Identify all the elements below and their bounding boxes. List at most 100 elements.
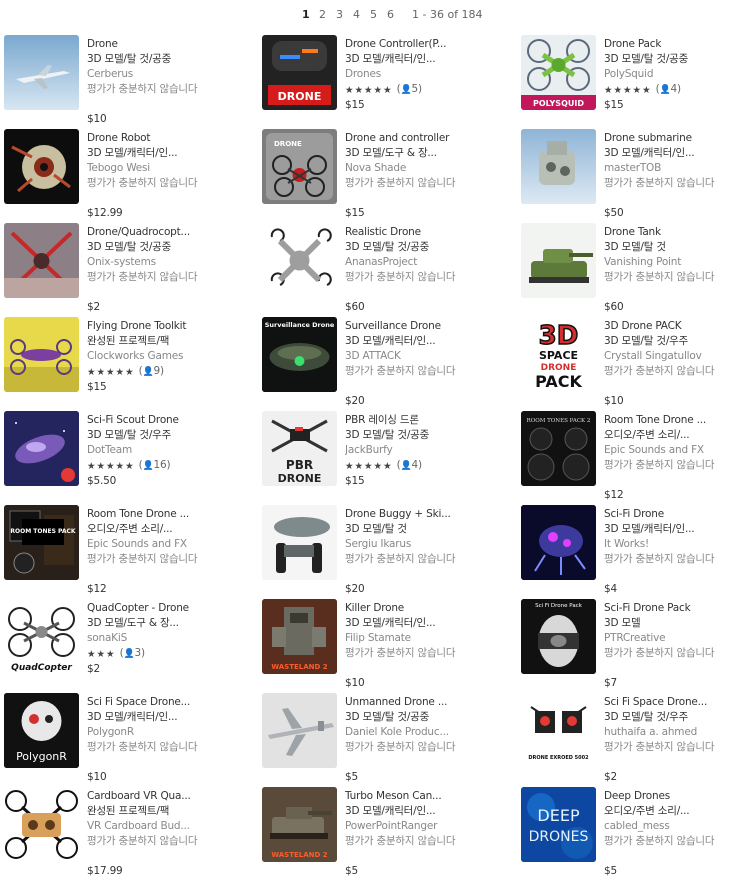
asset-category[interactable]: 3D 모델/탈 것 — [604, 240, 729, 255]
asset-publisher[interactable]: PowerPointRanger — [345, 819, 475, 834]
asset-category[interactable]: 3D 모델/캐릭터/인... — [345, 334, 475, 349]
asset-card[interactable]: WASTELAND 2 Killer Drone 3D 모델/캐릭터/인... Fil… — [262, 599, 502, 689]
page-link-2[interactable]: 2 — [319, 8, 326, 21]
asset-publisher[interactable]: Clockworks Games — [87, 349, 217, 364]
page-link-3[interactable]: 3 — [336, 8, 343, 21]
asset-thumbnail[interactable]: DRONE EXROED 5002 — [521, 693, 596, 768]
asset-card[interactable]: ROOM TONES PACK Room Tone Drone ... 오디오/주변… — [4, 505, 244, 595]
asset-thumbnail[interactable] — [521, 129, 596, 204]
asset-thumbnail[interactable] — [4, 129, 79, 204]
asset-publisher[interactable]: Filip Stamate — [345, 631, 475, 646]
asset-thumbnail[interactable]: Sci Fi Drone Pack — [521, 599, 596, 674]
asset-publisher[interactable]: Epic Sounds and FX — [604, 443, 729, 458]
asset-card[interactable]: Sci Fi Drone Pack Sci-Fi Drone Pack 3D 모델 P… — [521, 599, 729, 689]
asset-category[interactable]: 3D 모델/탈 것/공중 — [345, 428, 475, 443]
asset-title[interactable]: Unmanned Drone ... — [345, 695, 475, 710]
asset-publisher[interactable]: Crystall Singatullov — [604, 349, 729, 364]
asset-card[interactable]: ROOM TONES PACK 2 Room Tone Drone ... 오디오/… — [521, 411, 729, 501]
asset-thumbnail[interactable]: POLYSQUID — [521, 35, 596, 110]
asset-publisher[interactable]: Onix-systems — [87, 255, 217, 270]
asset-card[interactable]: Drone submarine 3D 모델/캐릭터/인... masterTOB 평가… — [521, 129, 729, 219]
asset-card[interactable]: Unmanned Drone ... 3D 모델/탈 것/공중 Daniel Kol… — [262, 693, 502, 783]
asset-thumbnail[interactable]: ROOM TONES PACK 2 — [521, 411, 596, 486]
asset-thumbnail[interactable]: DRONE — [262, 129, 337, 204]
asset-category[interactable]: 3D 모델/탈 것/공중 — [87, 240, 217, 255]
asset-category[interactable]: 오디오/주변 소리/... — [87, 522, 217, 537]
asset-thumbnail[interactable] — [262, 693, 337, 768]
asset-category[interactable]: 3D 모델/탈 것/우주 — [604, 710, 729, 725]
asset-title[interactable]: Drone and controller — [345, 131, 475, 146]
asset-card[interactable]: Sci-Fi Scout Drone 3D 모델/탈 것/우주 DotTeam ★★★… — [4, 411, 244, 499]
asset-title[interactable]: QuadCopter - Drone — [87, 601, 217, 616]
asset-thumbnail[interactable] — [4, 223, 79, 298]
asset-title[interactable]: Killer Drone — [345, 601, 475, 616]
asset-category[interactable]: 완성된 프로젝트/팩 — [87, 334, 217, 349]
asset-publisher[interactable]: Sergiu Ikarus — [345, 537, 475, 552]
asset-publisher[interactable]: VR Cardboard Bud... — [87, 819, 217, 834]
asset-title[interactable]: Realistic Drone — [345, 225, 475, 240]
asset-thumbnail[interactable] — [4, 35, 79, 110]
page-link-6[interactable]: 6 — [387, 8, 394, 21]
asset-thumbnail[interactable]: QuadCopter — [4, 599, 79, 674]
asset-card[interactable]: DEEP DRONES Deep Drones 오디오/주변 소리/... cabled… — [521, 787, 729, 877]
asset-publisher[interactable]: It Works! — [604, 537, 729, 552]
asset-title[interactable]: Drone — [87, 37, 217, 52]
asset-title[interactable]: Sci-Fi Drone Pack — [604, 601, 729, 616]
asset-category[interactable]: 3D 모델/탈 것/공중 — [345, 240, 475, 255]
asset-card[interactable]: Drone Robot 3D 모델/캐릭터/인... Tebogo Wesi 평가가 … — [4, 129, 244, 219]
asset-title[interactable]: Room Tone Drone ... — [604, 413, 729, 428]
asset-card[interactable]: Sci-Fi Drone 3D 모델/캐릭터/인... It Works! 평가가 충… — [521, 505, 729, 595]
asset-title[interactable]: Drone submarine — [604, 131, 729, 146]
asset-publisher[interactable]: Daniel Kole Produc... — [345, 725, 475, 740]
page-link-1[interactable]: 1 — [302, 8, 310, 21]
asset-thumbnail[interactable] — [4, 411, 79, 486]
asset-card[interactable]: Drone/Quadrocopt... 3D 모델/탈 것/공중 Onix-syst… — [4, 223, 244, 313]
asset-card[interactable]: PBR DRONE PBR 레이싱 드론 3D 모델/탈 것/공중 JackBurfy ★… — [262, 411, 502, 499]
asset-category[interactable]: 완성된 프로젝트/팩 — [87, 804, 217, 819]
asset-thumbnail[interactable] — [4, 317, 79, 392]
asset-publisher[interactable]: PolySquid — [604, 67, 729, 82]
asset-thumbnail[interactable]: WASTELAND 2 — [262, 599, 337, 674]
asset-card[interactable]: Drone Buggy + Ski... 3D 모델/탈 것 Sergiu Ikar… — [262, 505, 502, 595]
asset-publisher[interactable]: 3D ATTACK — [345, 349, 475, 364]
asset-card[interactable]: PolygonR Sci Fi Space Drone... 3D 모델/캐릭터/인… — [4, 693, 244, 783]
asset-category[interactable]: 3D 모델/탈 것/우주 — [87, 428, 217, 443]
asset-publisher[interactable]: huthaifa a. ahmed — [604, 725, 729, 740]
asset-category[interactable]: 3D 모델/탈 것/공중 — [87, 52, 217, 67]
asset-title[interactable]: PBR 레이싱 드론 — [345, 413, 475, 428]
asset-thumbnail[interactable] — [521, 505, 596, 580]
asset-title[interactable]: Turbo Meson Can... — [345, 789, 475, 804]
asset-title[interactable]: Drone Buggy + Ski... — [345, 507, 475, 522]
asset-category[interactable]: 3D 모델/캐릭터/인... — [345, 52, 475, 67]
asset-card[interactable]: QuadCopter QuadCopter - Drone 3D 모델/도구 & 장… — [4, 599, 244, 687]
asset-title[interactable]: Drone Pack — [604, 37, 729, 52]
asset-publisher[interactable]: DotTeam — [87, 443, 217, 458]
asset-publisher[interactable]: JackBurfy — [345, 443, 475, 458]
asset-card[interactable]: WASTELAND 2 Turbo Meson Can... 3D 모델/캐릭터/인… — [262, 787, 502, 877]
asset-publisher[interactable]: PolygonR — [87, 725, 217, 740]
asset-title[interactable]: Room Tone Drone ... — [87, 507, 217, 522]
asset-publisher[interactable]: cabled_mess — [604, 819, 729, 834]
asset-title[interactable]: Sci-Fi Drone — [604, 507, 729, 522]
asset-thumbnail[interactable]: Surveillance Drone — [262, 317, 337, 392]
asset-thumbnail[interactable]: DRONE — [262, 35, 337, 110]
asset-thumbnail[interactable]: 3D SPACE DRONE PACK — [521, 317, 596, 392]
asset-thumbnail[interactable]: DEEP DRONES — [521, 787, 596, 862]
page-link-4[interactable]: 4 — [353, 8, 360, 21]
asset-title[interactable]: Drone Controller(P... — [345, 37, 475, 52]
asset-title[interactable]: Sci Fi Space Drone... — [87, 695, 217, 710]
asset-publisher[interactable]: AnanasProject — [345, 255, 475, 270]
asset-publisher[interactable]: Vanishing Point — [604, 255, 729, 270]
asset-card[interactable]: Cardboard VR Qua... 완성된 프로젝트/팩 VR Cardboar… — [4, 787, 244, 877]
asset-card[interactable]: Drone 3D 모델/탈 것/공중 Cerberus 평가가 충분하지 않습니다 $1… — [4, 35, 244, 125]
asset-publisher[interactable]: Tebogo Wesi — [87, 161, 217, 176]
asset-title[interactable]: Surveillance Drone — [345, 319, 475, 334]
asset-category[interactable]: 3D 모델/캐릭터/인... — [604, 522, 729, 537]
asset-category[interactable]: 3D 모델/도구 & 장... — [345, 146, 475, 161]
asset-title[interactable]: Cardboard VR Qua... — [87, 789, 217, 804]
asset-category[interactable]: 3D 모델/캐릭터/인... — [87, 146, 217, 161]
asset-category[interactable]: 3D 모델/캐릭터/인... — [345, 804, 475, 819]
asset-title[interactable]: Sci Fi Space Drone... — [604, 695, 729, 710]
asset-title[interactable]: 3D Drone PACK — [604, 319, 729, 334]
asset-category[interactable]: 3D 모델/도구 & 장... — [87, 616, 217, 631]
